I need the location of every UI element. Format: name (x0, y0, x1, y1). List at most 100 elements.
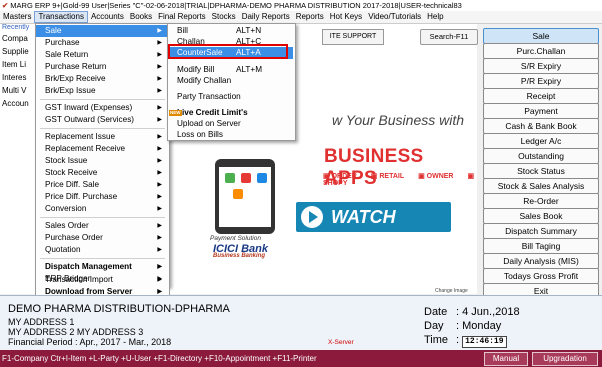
menu-item-brk-exp-receive[interactable]: Brk/Exp Receive ▶ (36, 73, 167, 85)
server-indicator: X-Server (328, 339, 354, 346)
recent-pane: Recently Compa Supplie Item Li Interes M… (0, 24, 37, 294)
day-row: Day: Monday (424, 320, 502, 332)
chevron-right-icon: ▶ (157, 88, 162, 94)
stock-sales-analysis-button[interactable]: Stock & Sales Analysis (483, 178, 599, 194)
pr-expiry-button[interactable]: P/R Expiry (483, 73, 599, 89)
menu-item-replacement-issue[interactable]: Replacement Issue ▶ (36, 131, 167, 143)
menu-transactions[interactable]: Transactions (34, 11, 88, 23)
menu-item-replacement-receive[interactable]: Replacement Receive ▶ (36, 143, 167, 155)
company-info-bar: DEMO PHARMA DISTRIBUTION-DPHARMA MY ADDR… (0, 295, 602, 351)
daily-analysis-button[interactable]: Daily Analysis (MIS) (483, 253, 599, 269)
manual-button[interactable]: Manual (484, 352, 528, 366)
menu-stocks[interactable]: Stocks (209, 11, 239, 23)
chevron-right-icon: ▶ (157, 223, 162, 229)
dispatch-summary-button[interactable]: Dispatch Summary (483, 223, 599, 239)
support-button[interactable]: ITE SUPPORT (322, 29, 384, 45)
menu-item-purchase[interactable]: Purchase ▶ (36, 37, 167, 49)
recent-item[interactable]: Multi V (0, 84, 36, 97)
chevron-right-icon: ▶ (157, 277, 162, 283)
sale-button[interactable]: Sale (483, 28, 599, 44)
menu-item-transaction-import[interactable]: Transaction Import ▶ (36, 274, 167, 286)
reorder-button[interactable]: Re-Order (483, 193, 599, 209)
search-button[interactable]: Search-F11 (420, 29, 478, 45)
chevron-right-icon: ▶ (157, 247, 162, 253)
menu-item-conversion[interactable]: Conversion ▶ (36, 203, 167, 215)
submenu-party-transaction[interactable]: Party Transaction (168, 91, 293, 103)
watch-video-button[interactable]: WATCH VIDEO (296, 202, 451, 257)
address-line-2: MY ADDRESS 2 MY ADDRESS 3 (8, 327, 144, 337)
menu-item-sales-order[interactable]: Sales Order ▶ (36, 220, 167, 232)
menu-help[interactable]: Help (424, 11, 446, 23)
menu-video-tutorials[interactable]: Video/Tutorials (365, 11, 424, 23)
menu-item-purchase-order[interactable]: Purchase Order ▶ (36, 232, 167, 244)
menu-item-price-diff-purchase[interactable]: Price Diff. Purchase ▶ (36, 191, 167, 203)
bill-taging-button[interactable]: Bill Taging (483, 238, 599, 254)
menu-item-stock-receive[interactable]: Stock Receive ▶ (36, 167, 167, 179)
change-image-link[interactable]: Change Image (435, 288, 468, 294)
recent-item[interactable]: Item Li (0, 58, 36, 71)
menu-item-stock-issue[interactable]: Stock Issue ▶ (36, 155, 167, 167)
time-value: 12:46:19 (462, 336, 507, 348)
receipt-button[interactable]: Receipt (483, 88, 599, 104)
recent-item[interactable]: Supplie (0, 45, 36, 58)
cash-bank-book-button[interactable]: Cash & Bank Book (483, 118, 599, 134)
sr-expiry-button[interactable]: S/R Expiry (483, 58, 599, 74)
chevron-right-icon: ▶ (157, 146, 162, 152)
menu-item-purchase-return[interactable]: Purchase Return ▶ (36, 61, 167, 73)
sale-submenu: Bill ALT+N Challan ALT+C CounterSale ALT+A … (167, 23, 296, 141)
menu-item-brk-exp-issue[interactable]: Brk/Exp Issue ▶ (36, 85, 167, 97)
menu-final-reports[interactable]: Final Reports (155, 11, 209, 23)
banner-tagline: w Your Business with (332, 112, 465, 128)
recent-item[interactable]: Accoun (0, 97, 36, 110)
time-row: Time: 12:46:19 (424, 334, 507, 348)
submenu-loss-on-bills[interactable]: Loss on Bills (168, 129, 293, 141)
transactions-menu: Sale ▶ Purchase ▶ Sale Return ▶ Purchase Re… (35, 23, 170, 287)
recent-item[interactable]: Compa (0, 32, 36, 45)
tag-order: ▣ ORDER (323, 173, 357, 180)
menu-masters[interactable]: Masters (0, 11, 34, 23)
upgradation-button[interactable]: Upgradation (532, 352, 598, 366)
menu-item-gst-outward[interactable]: GST Outward (Services) ▶ (36, 114, 167, 126)
stock-status-button[interactable]: Stock Status (483, 163, 599, 179)
menu-separator (40, 128, 165, 129)
menu-accounts[interactable]: Accounts (88, 11, 127, 23)
payment-button[interactable]: Payment (483, 103, 599, 119)
address-line-1: MY ADDRESS 1 (8, 317, 75, 327)
menu-item-sale[interactable]: Sale ▶ (36, 25, 167, 37)
menu-reports[interactable]: Reports (293, 11, 327, 23)
chevron-right-icon: ▶ (157, 28, 162, 34)
chevron-right-icon: ▶ (157, 52, 162, 58)
menu-item-gst-inward[interactable]: GST Inward (Expenses) ▶ (36, 102, 167, 114)
chevron-right-icon: ▶ (157, 235, 162, 241)
chevron-right-icon: ▶ (157, 182, 162, 188)
menu-separator (40, 99, 165, 100)
ledger-button[interactable]: Ledger A/c (483, 133, 599, 149)
title-bar: ✔ MARG ERP 9+|Gold-99 User|Series "C"-02-… (0, 0, 602, 11)
watch-video-label: WATCH VIDEO (331, 207, 396, 257)
chevron-right-icon: ▶ (157, 134, 162, 140)
todays-gross-profit-button[interactable]: Todays Gross Profit (483, 268, 599, 284)
hotkey-hints: F1-Company Ctr+I-Item +L-Party +U-User +… (2, 354, 317, 363)
chevron-right-icon: ▶ (157, 264, 162, 270)
submenu-modify-challan[interactable]: Modify Challan (168, 75, 293, 87)
menu-item-sale-return[interactable]: Sale Return ▶ (36, 49, 167, 61)
play-icon (301, 206, 323, 228)
purc-challan-button[interactable]: Purc.Challan (483, 43, 599, 59)
menu-item-quotation[interactable]: Quotation ▶ (36, 244, 167, 256)
chevron-right-icon: ▶ (157, 194, 162, 200)
date-value: : 4 Jun.,2018 (456, 306, 520, 318)
chevron-right-icon: ▶ (157, 158, 162, 164)
menu-daily-reports[interactable]: Daily Reports (239, 11, 293, 23)
phone-illustration-icon (215, 159, 275, 234)
financial-period: Financial Period : Apr., 2017 - Mar., 20… (8, 337, 172, 347)
outstanding-button[interactable]: Outstanding (483, 148, 599, 164)
company-name: DEMO PHARMA DISTRIBUTION-DPHARMA (8, 303, 230, 315)
recent-item[interactable]: Interes (0, 71, 36, 84)
chevron-right-icon: ▶ (157, 105, 162, 111)
menu-hot-keys[interactable]: Hot Keys (327, 11, 365, 23)
sales-book-button[interactable]: Sales Book (483, 208, 599, 224)
menu-books[interactable]: Books (127, 11, 155, 23)
date-row: Date: 4 Jun.,2018 (424, 306, 520, 318)
menu-item-price-diff-sale[interactable]: Price Diff. Sale ▶ (36, 179, 167, 191)
menu-item-dispatch-management[interactable]: Dispatch Management ▶ (36, 261, 167, 273)
